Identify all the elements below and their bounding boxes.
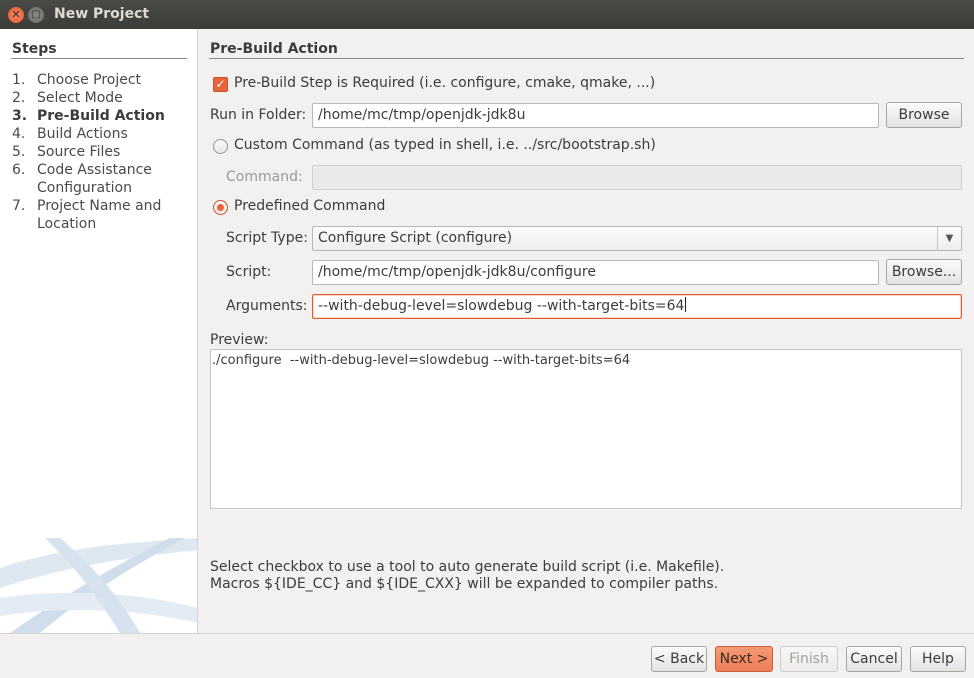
wizard-footer: < Back Next > Finish Cancel Help <box>0 633 974 678</box>
step-number: 2. <box>12 90 26 106</box>
window-title: New Project <box>54 6 150 22</box>
close-window-button[interactable]: ✕ <box>8 7 24 23</box>
step-label: Code Assistance Configuration <box>37 162 152 196</box>
page-title: Pre-Build Action <box>210 41 338 57</box>
script-type-value: Configure Script (configure) <box>318 230 513 246</box>
run-in-folder-label: Run in Folder: <box>210 107 307 123</box>
command-field[interactable] <box>312 165 962 190</box>
predefined-command-radio[interactable] <box>213 200 228 215</box>
steps-title: Steps <box>12 41 57 57</box>
script-type-label: Script Type: <box>226 230 308 246</box>
steps-panel: Steps 1. Choose Project 2. Select Mode 3. P… <box>0 29 198 633</box>
command-label: Command: <box>226 169 303 185</box>
step-select-mode: 2. Select Mode <box>12 89 123 107</box>
back-button[interactable]: < Back <box>651 646 707 672</box>
steps-divider <box>11 58 187 59</box>
text-caret <box>685 297 687 312</box>
script-type-select[interactable]: Configure Script (configure) ▼ <box>312 226 962 251</box>
step-project-name: 7. Project Name and Location <box>12 197 167 233</box>
chevron-down-icon[interactable]: ▼ <box>937 227 961 250</box>
help-text-line-2: Macros ${IDE_CC} and ${IDE_CXX} will be … <box>210 576 719 592</box>
main-panel: Pre-Build Action ✓ Pre-Build Step is Req… <box>199 29 974 633</box>
help-text: Select checkbox to use a tool to auto ge… <box>210 559 724 593</box>
script-browse-button[interactable]: Browse... <box>886 259 962 285</box>
help-text-line-1: Select checkbox to use a tool to auto ge… <box>210 559 725 575</box>
step-code-assistance: 6. Code Assistance Configuration <box>12 161 167 197</box>
run-in-folder-field[interactable]: /home/mc/tmp/openjdk-jdk8u <box>312 103 879 128</box>
step-label: Choose Project <box>37 72 142 88</box>
title-bar: ✕ □ New Project <box>0 0 974 29</box>
custom-command-label[interactable]: Custom Command (as typed in shell, i.e. … <box>234 137 656 153</box>
prebuild-required-checkbox[interactable]: ✓ <box>213 77 228 92</box>
predefined-command-label[interactable]: Predefined Command <box>234 198 385 214</box>
finish-button[interactable]: Finish <box>780 646 838 672</box>
step-pre-build-action: 3. Pre-Build Action <box>12 107 165 125</box>
script-label: Script: <box>226 264 272 280</box>
step-number: 6. <box>12 162 26 178</box>
step-label: Source Files <box>37 144 121 160</box>
step-build-actions: 4. Build Actions <box>12 125 128 143</box>
checkmark-icon: ✓ <box>215 77 226 91</box>
step-label: Project Name and Location <box>37 198 162 232</box>
maximize-window-button[interactable]: □ <box>28 7 44 23</box>
prebuild-required-label[interactable]: Pre-Build Step is Required (i.e. configu… <box>234 75 655 91</box>
maximize-icon: □ <box>31 9 41 20</box>
step-source-files: 5. Source Files <box>12 143 120 161</box>
arguments-value: --with-debug-level=slowdebug --with-targ… <box>318 298 685 314</box>
wizard-watermark-image <box>0 538 197 633</box>
help-button[interactable]: Help <box>910 646 966 672</box>
step-label: Build Actions <box>37 126 128 142</box>
step-number: 7. <box>12 198 26 214</box>
arguments-label: Arguments: <box>226 298 308 314</box>
step-number: 3. <box>12 108 28 124</box>
custom-command-radio[interactable] <box>213 139 228 154</box>
preview-textarea[interactable]: ./configure --with-debug-level=slowdebug… <box>210 349 962 509</box>
step-label: Pre-Build Action <box>37 108 165 124</box>
step-number: 5. <box>12 144 26 160</box>
title-divider <box>209 58 964 59</box>
close-icon: ✕ <box>11 8 21 21</box>
step-number: 4. <box>12 126 26 142</box>
step-number: 1. <box>12 72 26 88</box>
script-field[interactable]: /home/mc/tmp/openjdk-jdk8u/configure <box>312 260 879 285</box>
next-button[interactable]: Next > <box>715 646 773 672</box>
preview-label: Preview: <box>210 332 269 348</box>
step-label: Select Mode <box>37 90 123 106</box>
step-choose-project: 1. Choose Project <box>12 71 141 89</box>
run-in-folder-browse-button[interactable]: Browse <box>886 102 962 128</box>
cancel-button[interactable]: Cancel <box>846 646 902 672</box>
arguments-field[interactable]: --with-debug-level=slowdebug --with-targ… <box>312 294 962 319</box>
